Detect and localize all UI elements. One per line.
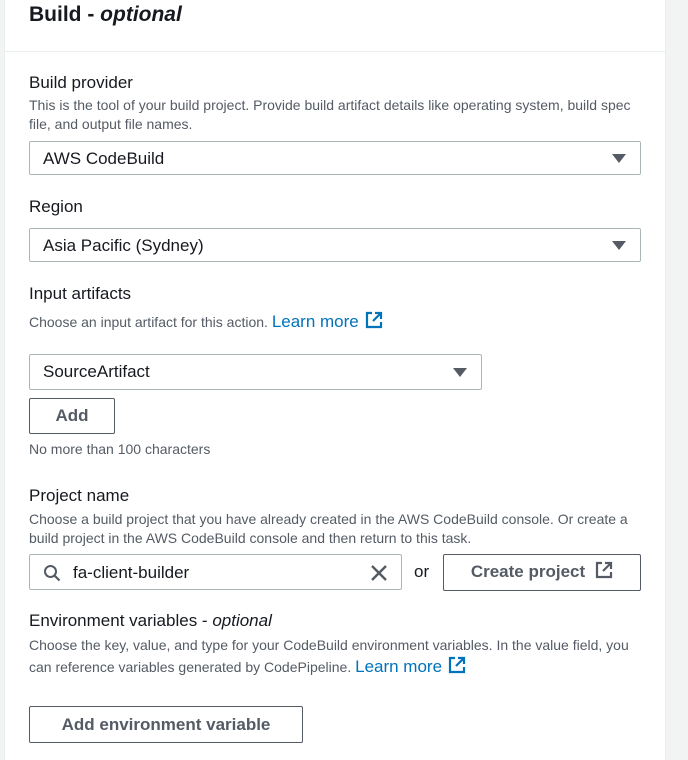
input-artifact-select[interactable]: SourceArtifact bbox=[29, 354, 482, 390]
caret-down-icon bbox=[453, 368, 467, 377]
env-vars-label: Environment variables - optional bbox=[29, 611, 272, 630]
section-title-suffix: optional bbox=[100, 3, 182, 26]
add-environment-variable-button[interactable]: Add environment variable bbox=[29, 706, 303, 743]
project-search-input[interactable]: fa-client-builder bbox=[29, 554, 402, 590]
input-artifact-value: SourceArtifact bbox=[43, 362, 150, 381]
external-link-icon bbox=[448, 656, 466, 674]
project-name-description: Choose a build project that you have alr… bbox=[29, 511, 628, 546]
build-provider-label: Build provider bbox=[29, 73, 133, 92]
build-provider-description: This is the tool of your build project. … bbox=[29, 97, 631, 132]
build-provider-value: AWS CodeBuild bbox=[43, 149, 165, 168]
region-value: Asia Pacific (Sydney) bbox=[43, 236, 204, 255]
search-icon bbox=[44, 565, 61, 582]
env-vars-label-text: Environment variables bbox=[29, 611, 198, 630]
learn-more-text: Learn more bbox=[355, 657, 443, 676]
clear-icon[interactable] bbox=[370, 564, 388, 582]
artifact-constraint-text: No more than 100 characters bbox=[29, 441, 211, 457]
input-artifacts-learn-more-link[interactable]: Learn more bbox=[271, 311, 383, 331]
project-search-value: fa-client-builder bbox=[73, 563, 190, 582]
caret-down-icon bbox=[612, 154, 626, 163]
caret-down-icon bbox=[612, 241, 626, 250]
input-artifacts-label: Input artifacts bbox=[29, 284, 132, 303]
region-label: Region bbox=[29, 197, 83, 216]
create-project-button[interactable]: Create project bbox=[443, 554, 641, 591]
section-title-text: Build bbox=[29, 3, 82, 26]
build-provider-select[interactable]: AWS CodeBuild bbox=[29, 141, 641, 175]
env-vars-learn-more-link[interactable]: Learn more bbox=[355, 656, 466, 676]
external-link-icon bbox=[596, 561, 613, 579]
section-title: Build - optional bbox=[29, 3, 182, 26]
env-vars-label-suffix: optional bbox=[212, 611, 272, 630]
region-select[interactable]: Asia Pacific (Sydney) bbox=[29, 228, 641, 262]
external-link-icon bbox=[365, 311, 382, 329]
create-project-label: Create project bbox=[470, 562, 586, 581]
build-panel: Build - optional Build provider This is … bbox=[4, 0, 666, 760]
input-artifacts-description-row: Choose an input artifact for this action… bbox=[29, 311, 639, 332]
project-name-label: Project name bbox=[29, 486, 130, 505]
panel-header: Build - optional bbox=[5, 0, 665, 52]
input-artifacts-description: Choose an input artifact for this action… bbox=[29, 314, 268, 330]
env-vars-description-block: Choose the key, value, and type for your… bbox=[29, 634, 639, 678]
or-text: or bbox=[414, 562, 430, 581]
learn-more-text: Learn more bbox=[271, 312, 359, 331]
env-vars-description: Choose the key, value, and type for your… bbox=[29, 637, 629, 675]
add-artifact-button[interactable]: Add bbox=[29, 398, 115, 434]
